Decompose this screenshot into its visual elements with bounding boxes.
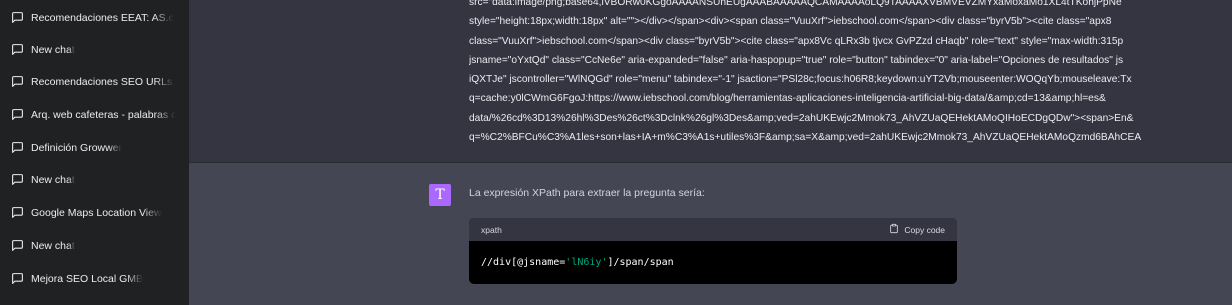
code-content[interactable]: //div[@jsname='lN6iy']/span/span bbox=[469, 241, 957, 284]
code-token: ]/span/span bbox=[607, 257, 674, 268]
assistant-response-text: La expresión XPath para extraer la pregu… bbox=[469, 187, 705, 199]
sidebar-chat-label: Recomendaciones EEAT: AS.c bbox=[31, 11, 174, 24]
sidebar-chat-item[interactable]: Mejora SEO Local GMB bbox=[0, 262, 189, 295]
code-string-token: 'lN6iy' bbox=[565, 257, 608, 268]
sidebar-chat-label: Arq. web cafeteras - palabras c bbox=[31, 108, 177, 121]
assistant-message: T La expresión XPath para extraer la pre… bbox=[189, 163, 1232, 305]
chat-bubble-icon bbox=[10, 11, 24, 25]
sidebar-chat-item[interactable]: Recomendaciones EEAT: AS.c bbox=[0, 1, 189, 34]
user-message-text: src="data:image/png;base64,iVBORw0KGgoAA… bbox=[469, 0, 1232, 147]
copy-code-button[interactable]: Copy code bbox=[889, 223, 945, 236]
sidebar-chat-item[interactable]: Google Maps Location View bbox=[0, 196, 189, 229]
sidebar-chat-item[interactable]: Recomendaciones SEO URLs. bbox=[0, 65, 189, 98]
chat-bubble-icon bbox=[10, 206, 24, 220]
clipboard-icon bbox=[889, 223, 899, 236]
chat-bubble-icon bbox=[10, 43, 24, 57]
chat-bubble-icon bbox=[10, 239, 24, 253]
sidebar-chat-item[interactable]: Definición Growwer bbox=[0, 131, 189, 164]
chat-bubble-icon bbox=[10, 108, 24, 122]
chat-bubble-icon bbox=[10, 141, 24, 155]
code-block: xpath Copy code //div[@jsname='lN6iy']/s… bbox=[469, 218, 957, 284]
sidebar: Recomendaciones EEAT: AS.c New chat Reco… bbox=[0, 0, 189, 305]
user-message-line: data/%26cd%3D13%26hl%3Des%26ct%3Dclnk%26… bbox=[469, 112, 1134, 124]
chat-bubble-icon bbox=[10, 173, 24, 187]
user-message-line: style="height:18px;width:18px" alt=""></… bbox=[469, 16, 1112, 28]
user-message-line: iQXTJe" jscontroller="WlNQGd" role="menu… bbox=[469, 74, 1132, 86]
sidebar-chat-item[interactable]: New chat bbox=[0, 163, 189, 196]
conversation: src="data:image/png;base64,iVBORw0KGgoAA… bbox=[189, 0, 1232, 305]
sidebar-chat-item[interactable]: New chat bbox=[0, 33, 189, 66]
sidebar-chat-label: New chat bbox=[31, 43, 75, 56]
chat-bubble-icon bbox=[10, 75, 24, 89]
sidebar-chat-label: Definición Growwer bbox=[31, 141, 123, 154]
user-message: src="data:image/png;base64,iVBORw0KGgoAA… bbox=[189, 0, 1232, 163]
code-language-label: xpath bbox=[481, 224, 502, 235]
sidebar-chat-item[interactable]: New chat bbox=[0, 229, 189, 262]
user-message-line: q=cache:y0lCWmG6FgoJ:https://www.iebscho… bbox=[469, 93, 1106, 105]
sidebar-chat-label: Mejora SEO Local GMB bbox=[31, 272, 144, 285]
user-message-line: q=%C2%BFCu%C3%A1les+son+las+IA+m%C3%A1s+… bbox=[469, 132, 1142, 144]
sidebar-chat-label: New chat bbox=[31, 239, 75, 252]
chat-bubble-icon bbox=[10, 272, 24, 286]
sidebar-chat-label: Recomendaciones SEO URLs. bbox=[31, 75, 176, 88]
sidebar-chat-label: Google Maps Location View bbox=[31, 206, 162, 219]
code-token: //div[@jsname= bbox=[481, 257, 566, 268]
user-message-line: src="data:image/png;base64,iVBORw0KGgoAA… bbox=[469, 0, 1122, 8]
user-message-line: class="VuuXrf">iebschool.com</span><div … bbox=[469, 35, 1124, 47]
assistant-avatar: T bbox=[429, 184, 451, 206]
user-message-line: jsname="oYxtQd" class="CcNe6e" aria-expa… bbox=[469, 54, 1124, 66]
sidebar-chat-label: New chat bbox=[31, 173, 75, 186]
code-block-header: xpath Copy code bbox=[469, 218, 957, 241]
copy-code-label: Copy code bbox=[904, 224, 945, 235]
sidebar-chat-item[interactable]: Arq. web cafeteras - palabras c bbox=[0, 98, 189, 131]
